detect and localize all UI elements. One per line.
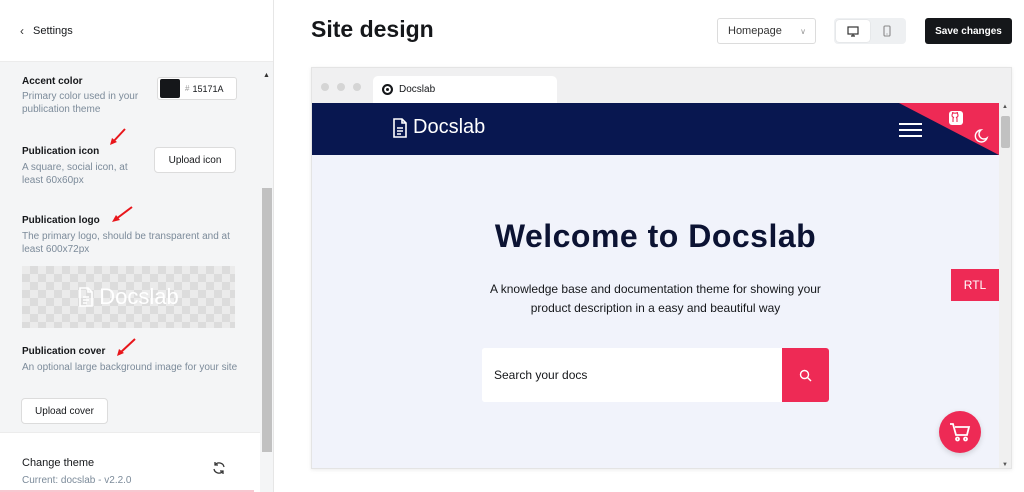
docs-search [482, 348, 829, 402]
site-navbar: Docslab [312, 103, 999, 155]
upload-icon-button[interactable]: Upload icon [154, 147, 236, 173]
publication-icon-desc: A square, social icon, at least 60x60px [22, 162, 128, 186]
annotation-arrow-icon [110, 128, 126, 145]
chevron-down-icon: ∨ [800, 27, 806, 36]
mobile-icon [883, 25, 891, 37]
upload-cover-button[interactable]: Upload cover [21, 398, 108, 424]
window-dot [321, 83, 329, 91]
window-dot [353, 83, 361, 91]
site-description: A knowledge base and documentation theme… [490, 282, 821, 315]
docs-search-input[interactable] [482, 348, 783, 402]
site-heading: Welcome to Docslab [494, 218, 817, 254]
sidebar-scrollbar[interactable]: ▲ [261, 68, 273, 452]
search-button[interactable] [782, 348, 829, 402]
chevron-left-icon: ‹ [20, 23, 24, 38]
page-title: Site design [311, 16, 434, 42]
window-dot [337, 83, 345, 91]
desktop-view-button[interactable] [836, 20, 870, 42]
cart-icon [950, 423, 971, 442]
accent-color-desc: Primary color used in your publication t… [22, 91, 139, 115]
settings-sidebar: ‹ Settings Accent color Primary color us… [0, 0, 274, 492]
annotation-arrow-icon [112, 206, 133, 222]
preview-site: Docslab Welcome to Docslab A knowledge b… [312, 103, 999, 468]
logo-preview-text: Docslab [99, 284, 179, 309]
scroll-up-icon[interactable]: ▲ [1002, 104, 1008, 110]
preview-scroll-thumb[interactable] [1001, 116, 1010, 148]
publication-logo-preview[interactable]: Docslab [22, 266, 235, 328]
publication-icon-title: Publication icon [22, 146, 100, 157]
publication-cover-desc: An optional large background image for y… [22, 362, 238, 373]
page-select[interactable]: Homepage ∨ [717, 18, 816, 44]
corner-ribbon [899, 103, 999, 155]
search-icon [799, 369, 812, 381]
mobile-view-button[interactable] [870, 20, 904, 42]
document-icon [79, 287, 94, 307]
accent-color-field: Accent color Primary color used in your … [22, 76, 152, 116]
rtl-toggle-button[interactable]: RTL [951, 269, 999, 301]
device-toggle [834, 18, 906, 44]
accent-color-swatch[interactable] [160, 79, 180, 98]
accent-color-picker[interactable]: # 15171A [157, 77, 237, 100]
settings-back-label: Settings [33, 24, 73, 37]
current-theme-label: Current: docslab - v2.2.0 [22, 475, 132, 486]
accent-color-value[interactable]: 15171A [192, 84, 223, 94]
site-preview-frame: Docslab Docslab Welcome to Docslab A kno… [311, 67, 1012, 469]
page-select-value: Homepage [728, 25, 782, 37]
document-icon [393, 117, 407, 138]
preview-tab-title: Docslab [399, 84, 436, 95]
change-theme-section[interactable]: Change theme Current: docslab - v2.2.0 [0, 432, 260, 492]
design-settings-panel: Accent color Primary color used in your … [0, 62, 260, 432]
publication-icon-field: Publication icon A square, social icon, … [22, 146, 147, 187]
annotation-arrow-icon [117, 338, 136, 356]
github-icon[interactable] [949, 111, 963, 125]
desktop-icon [847, 25, 859, 37]
scroll-up-icon[interactable]: ▲ [263, 72, 270, 79]
favicon-icon [382, 84, 393, 95]
cart-button[interactable] [939, 411, 981, 453]
scroll-down-icon[interactable]: ▼ [1002, 462, 1008, 468]
site-logo[interactable]: Docslab [392, 116, 485, 139]
preview-scrollbar[interactable]: ▲ ▼ [999, 103, 1011, 468]
change-theme-title: Change theme [22, 457, 95, 469]
back-to-settings[interactable]: ‹ Settings [0, 0, 273, 62]
sidebar-scroll-thumb[interactable] [262, 188, 272, 452]
save-changes-button[interactable]: Save changes [925, 18, 1012, 44]
refresh-icon[interactable] [212, 461, 226, 475]
site-logo-text: Docslab [413, 116, 486, 138]
hash-symbol: # [185, 84, 190, 93]
preview-browser-tab: Docslab [373, 76, 557, 103]
publication-logo-desc: The primary logo, should be transparent … [22, 231, 230, 255]
accent-color-title: Accent color [22, 76, 83, 87]
